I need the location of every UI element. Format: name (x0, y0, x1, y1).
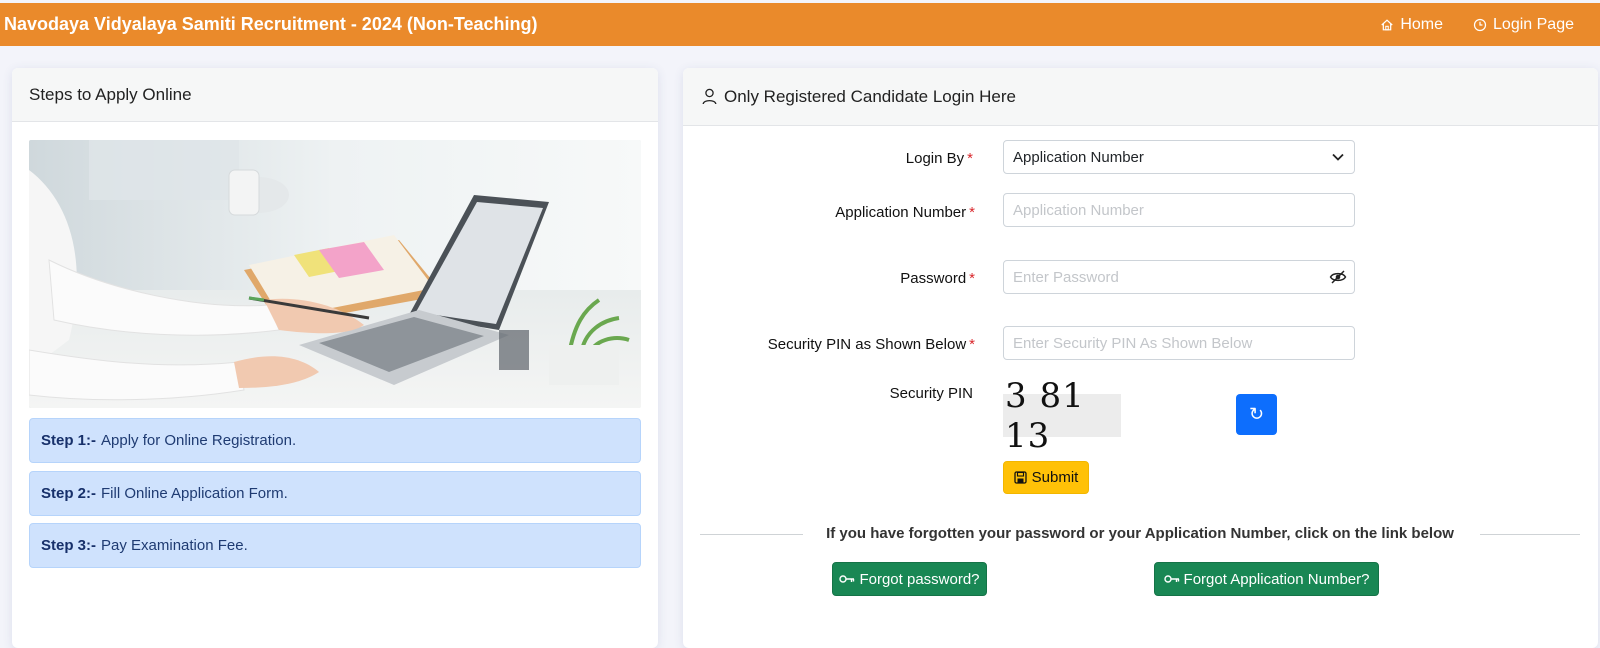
login-page-link-label: Login Page (1493, 15, 1574, 33)
home-icon (1381, 18, 1394, 30)
captcha-image: 3 81 13 (1003, 376, 1121, 456)
forgot-application-number-button[interactable]: Forgot Application Number? (1154, 562, 1379, 596)
password-label: Password * (683, 270, 975, 287)
forgot-password-label: Forgot password? (859, 570, 980, 588)
required-marker: * (969, 270, 975, 287)
step-1-label: Step 1:- (41, 432, 97, 449)
submit-label: Submit (1031, 469, 1079, 486)
step-2: Step 2:- Fill Online Application Form. (29, 471, 641, 516)
password-label-text: Password (900, 270, 967, 287)
home-link-label: Home (1400, 15, 1444, 33)
key-icon (1163, 575, 1179, 583)
step-3: Step 3:- Pay Examination Fee. (29, 523, 641, 568)
captcha-text: 3 81 13 (1005, 375, 1085, 456)
login-page-link[interactable]: Login Page (1473, 16, 1574, 34)
home-link[interactable]: Home (1380, 16, 1443, 34)
step-3-label: Step 3:- (41, 537, 97, 554)
eye-slash-icon[interactable] (1329, 269, 1347, 285)
forgot-info-text-content: If you have forgotten your password or y… (806, 525, 1474, 542)
login-card-header: Only Registered Candidate Login Here (683, 68, 1598, 126)
password-placeholder: Enter Password (1013, 268, 1119, 286)
steps-title: Steps to Apply Online (29, 84, 192, 104)
application-number-label-text: Application Number (835, 204, 967, 221)
step-1: Step 1:- Apply for Online Registration. (29, 418, 641, 463)
required-marker: * (969, 204, 975, 221)
login-title: Only Registered Candidate Login Here (724, 86, 1017, 106)
save-icon (1014, 471, 1027, 484)
application-number-input[interactable]: Application Number (1003, 193, 1355, 227)
required-marker: * (967, 150, 973, 167)
forgot-divider: If you have forgotten your password or y… (700, 525, 1580, 543)
login-by-label: Login By * (683, 150, 973, 167)
step-2-text: Fill Online Application Form. (101, 485, 288, 502)
step-2-label: Step 2:- (41, 485, 97, 502)
application-number-placeholder: Application Number (1013, 201, 1144, 219)
login-by-value: Application Number (1013, 148, 1144, 166)
clock-icon (1473, 18, 1487, 31)
header-nav: Home Login Page (1380, 16, 1588, 34)
security-pin-input-label: Security PIN as Shown Below * (683, 336, 975, 353)
chevron-down-icon (1332, 153, 1344, 161)
user-icon (702, 88, 717, 105)
forgot-info-text: If you have forgotten your password or y… (700, 525, 1580, 542)
site-title: Navodaya Vidyalaya Samiti Recruitment - … (4, 14, 538, 34)
security-pin-label-text: Security PIN (889, 385, 973, 402)
security-pin-input[interactable]: Enter Security PIN As Shown Below (1003, 326, 1355, 360)
required-marker: * (969, 336, 975, 353)
application-number-label: Application Number * (683, 204, 975, 221)
security-pin-label: Security PIN (683, 385, 973, 402)
laptop-photo (29, 140, 641, 408)
security-pin-placeholder: Enter Security PIN As Shown Below (1013, 334, 1253, 352)
key-icon (839, 575, 855, 583)
security-pin-input-label-text: Security PIN as Shown Below (767, 336, 967, 353)
laptop-illustration (29, 140, 641, 408)
refresh-captcha-button[interactable]: ↻ (1236, 394, 1277, 435)
step-3-text: Pay Examination Fee. (101, 537, 248, 554)
login-card: Only Registered Candidate Login Here Log… (683, 68, 1598, 648)
login-by-label-text: Login By (905, 150, 965, 167)
refresh-icon: ↻ (1248, 404, 1265, 424)
steps-card: Steps to Apply Online Step 1:- Apply for… (12, 68, 658, 648)
login-by-select[interactable]: Application Number (1003, 140, 1355, 174)
password-input[interactable]: Enter Password (1003, 260, 1355, 294)
submit-button[interactable]: Submit (1003, 461, 1089, 494)
forgot-application-label: Forgot Application Number? (1183, 570, 1370, 588)
top-navbar: Navodaya Vidyalaya Samiti Recruitment - … (0, 3, 1600, 46)
steps-card-header: Steps to Apply Online (12, 68, 658, 122)
forgot-password-button[interactable]: Forgot password? (832, 562, 987, 596)
step-1-text: Apply for Online Registration. (101, 432, 297, 449)
